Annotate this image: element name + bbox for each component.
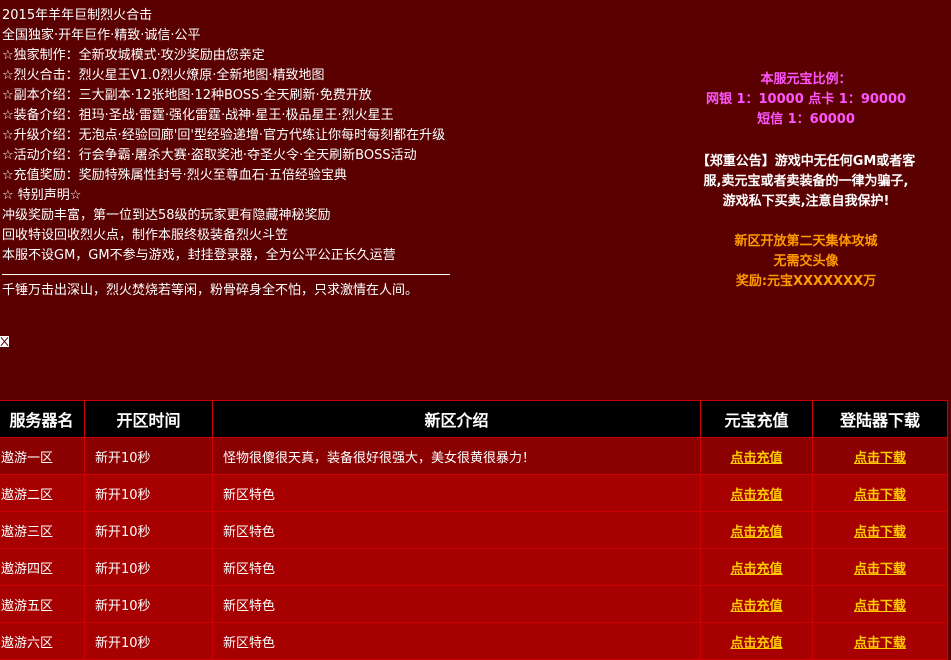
intro-divider bbox=[2, 274, 450, 275]
event-line: 奖励:元宝XXXXXXX万 bbox=[735, 274, 877, 289]
intro-line: ☆充值奖励：奖励特殊属性封号·烈火至尊血石·五倍经验宝典 bbox=[2, 168, 347, 183]
header-recharge: 元宝充值 bbox=[700, 400, 813, 438]
intro-line: ☆ 特别声明☆ bbox=[2, 188, 82, 203]
download-link[interactable]: 点击下载 bbox=[854, 451, 906, 466]
open-time-cell: 新开10秒 bbox=[84, 511, 213, 549]
download-cell: 点击下载 bbox=[812, 437, 948, 475]
download-cell: 点击下载 bbox=[812, 474, 948, 512]
ratio-line: 短信 1：60000 bbox=[757, 112, 855, 127]
table-row: 遨游四区 新开10秒 新区特色 点击充值 点击下载 bbox=[0, 548, 948, 586]
server-name-cell: 遨游二区 bbox=[0, 474, 85, 512]
header-open-time: 开区时间 bbox=[84, 400, 213, 438]
open-time-cell: 新开10秒 bbox=[84, 548, 213, 586]
recharge-cell: 点击充值 bbox=[700, 474, 813, 512]
server-name-cell: 遨游一区 bbox=[0, 437, 85, 475]
broken-image-icon bbox=[0, 336, 9, 347]
open-time-cell: 新开10秒 bbox=[84, 585, 213, 623]
server-info-panel: 本服元宝比例： 网银 1：10000 点卡 1：90000 短信 1：60000… bbox=[672, 70, 940, 292]
recharge-link[interactable]: 点击充值 bbox=[730, 525, 782, 540]
intro-line: ☆装备介绍：祖玛·圣战·雷霆·强化雷霆·战神·星王·极品星王·烈火星王 bbox=[2, 108, 394, 123]
download-cell: 点击下载 bbox=[812, 511, 948, 549]
download-cell: 点击下载 bbox=[812, 585, 948, 623]
server-name-cell: 遨游四区 bbox=[0, 548, 85, 586]
server-name-cell: 遨游三区 bbox=[0, 511, 85, 549]
open-time-cell: 新开10秒 bbox=[84, 474, 213, 512]
recharge-link[interactable]: 点击充值 bbox=[730, 488, 782, 503]
page: 2015年羊年巨制烈火合击 全国独家·开年巨作·精致·诚信·公平 ☆独家制作：全… bbox=[0, 0, 951, 660]
recharge-link[interactable]: 点击充值 bbox=[730, 599, 782, 614]
download-link[interactable]: 点击下载 bbox=[854, 562, 906, 577]
intro-line: 本服不设GM，GM不参与游戏，封挂登录器，全为公平公正长久运营 bbox=[2, 248, 396, 263]
table-header-row: 服务器名 开区时间 新区介绍 元宝充值 登陆器下载 bbox=[0, 400, 948, 438]
event-line: 新区开放第二天集体攻城 bbox=[734, 234, 878, 249]
download-cell: 点击下载 bbox=[812, 622, 948, 660]
recharge-link[interactable]: 点击充值 bbox=[730, 451, 782, 466]
ratio-line: 网银 1：10000 点卡 1：90000 bbox=[705, 92, 907, 107]
table-row: 遨游一区 新开10秒 怪物很傻很天真，装备很好很强大，美女很黄很暴力！ 点击充值… bbox=[0, 437, 948, 475]
download-link[interactable]: 点击下载 bbox=[854, 599, 906, 614]
intro-line: 回收特设回收烈火点，制作本服终极装备烈火斗笠 bbox=[2, 228, 289, 243]
header-download: 登陆器下载 bbox=[812, 400, 948, 438]
table-row: 遨游五区 新开10秒 新区特色 点击充值 点击下载 bbox=[0, 585, 948, 623]
intro-line: ☆烈火合击：烈火星王V1.0烈火燎原·全新地图·精致地图 bbox=[2, 68, 325, 83]
recharge-link[interactable]: 点击充值 bbox=[730, 562, 782, 577]
description-cell: 新区特色 bbox=[212, 511, 701, 549]
intro-line: ☆活动介绍：行会争霸·屠杀大赛·盗取奖池·夺圣火令·全天刷新BOSS活动 bbox=[2, 148, 417, 163]
header-server-name: 服务器名 bbox=[0, 400, 85, 438]
event-line: 无需交头像 bbox=[773, 254, 839, 269]
open-time-cell: 新开10秒 bbox=[84, 622, 213, 660]
description-cell: 新区特色 bbox=[212, 585, 701, 623]
recharge-cell: 点击充值 bbox=[700, 437, 813, 475]
notice-line: 游戏私下买卖,注意自我保护! bbox=[722, 194, 890, 209]
server-list-table: 服务器名 开区时间 新区介绍 元宝充值 登陆器下载 遨游一区 新开10秒 怪物很… bbox=[0, 400, 948, 660]
description-cell: 新区特色 bbox=[212, 474, 701, 512]
recharge-cell: 点击充值 bbox=[700, 511, 813, 549]
intro-line: ☆副本介绍：三大副本·12张地图·12种BOSS·全天刷新·免费开放 bbox=[2, 88, 372, 103]
ratio-title: 本服元宝比例： bbox=[760, 72, 852, 87]
table-row: 遨游三区 新开10秒 新区特色 点击充值 点击下载 bbox=[0, 511, 948, 549]
intro-line: ☆升级介绍：无泡点·经验回廊'回'型经验递增·官方代练让你每时每刻都在升级 bbox=[2, 128, 446, 143]
description-cell: 新区特色 bbox=[212, 622, 701, 660]
download-cell: 点击下载 bbox=[812, 548, 948, 586]
intro-line: 全国独家·开年巨作·精致·诚信·公平 bbox=[2, 28, 201, 43]
recharge-cell: 点击充值 bbox=[700, 622, 813, 660]
header-description: 新区介绍 bbox=[212, 400, 701, 438]
intro-line: 2015年羊年巨制烈火合击 bbox=[2, 8, 153, 23]
recharge-link[interactable]: 点击充值 bbox=[730, 636, 782, 651]
download-link[interactable]: 点击下载 bbox=[854, 525, 906, 540]
open-time-cell: 新开10秒 bbox=[84, 437, 213, 475]
server-name-cell: 遨游六区 bbox=[0, 622, 85, 660]
intro-line: ☆独家制作：全新攻城模式·攻沙奖励由您亲定 bbox=[2, 48, 265, 63]
intro-line: 冲级奖励丰富，第一位到达58级的玩家更有隐藏神秘奖励 bbox=[2, 208, 331, 223]
description-cell: 怪物很傻很天真，装备很好很强大，美女很黄很暴力！ bbox=[212, 437, 701, 475]
table-row: 遨游二区 新开10秒 新区特色 点击充值 点击下载 bbox=[0, 474, 948, 512]
description-cell: 新区特色 bbox=[212, 548, 701, 586]
recharge-cell: 点击充值 bbox=[700, 585, 813, 623]
intro-poem: 千锤万击出深山，烈火焚烧若等闲，粉骨碎身全不怕，只求激情在人间。 bbox=[2, 283, 419, 298]
download-link[interactable]: 点击下载 bbox=[854, 636, 906, 651]
notice-line: 【郑重公告】游戏中无任何GM或者客 bbox=[696, 154, 916, 169]
download-link[interactable]: 点击下载 bbox=[854, 488, 906, 503]
intro-text-block: 2015年羊年巨制烈火合击 全国独家·开年巨作·精致·诚信·公平 ☆独家制作：全… bbox=[2, 6, 522, 301]
notice-line: 服,卖元宝或者卖装备的一律为骗子, bbox=[703, 174, 909, 189]
server-name-cell: 遨游五区 bbox=[0, 585, 85, 623]
table-row: 遨游六区 新开10秒 新区特色 点击充值 点击下载 bbox=[0, 622, 948, 660]
recharge-cell: 点击充值 bbox=[700, 548, 813, 586]
